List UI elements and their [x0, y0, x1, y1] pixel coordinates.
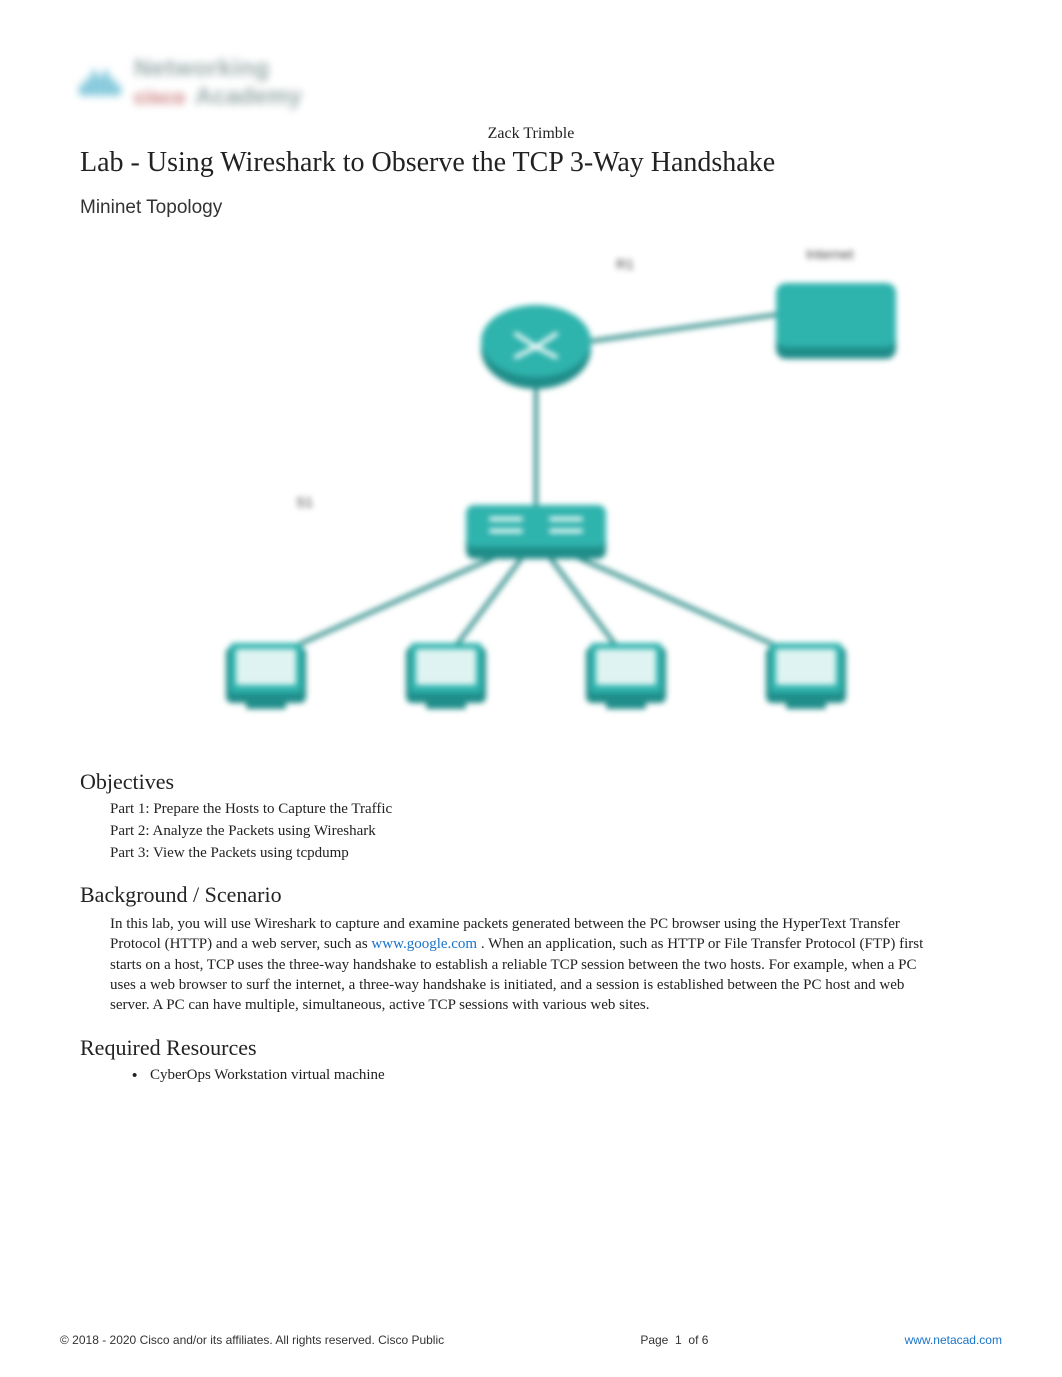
bullet-icon: • [132, 1067, 150, 1084]
objective-3: Part 3: View the Packets using tcpdump [110, 845, 1002, 862]
objective-2: Part 2: Analyze the Packets using Wiresh… [110, 823, 1002, 840]
section-resources: Required Resources [80, 1035, 1002, 1061]
footer-page-label: Page [640, 1333, 668, 1347]
section-objectives: Objectives [80, 769, 1002, 795]
router-label: R1 [616, 256, 634, 272]
topology-diagram: R1 Internet S1 [116, 229, 946, 749]
section-background: Background / Scenario [80, 882, 1002, 908]
background-paragraph: In this lab, you will use Wireshark to c… [110, 914, 942, 1015]
section-topology: Mininet Topology [80, 197, 1002, 219]
host-icons [226, 643, 846, 709]
footer-page: Page 1 of 6 [640, 1333, 708, 1347]
background-link[interactable]: www.google.com [371, 936, 477, 952]
logo-line2: Academy [195, 83, 302, 111]
cisco-bars-icon [80, 70, 122, 96]
logo-brand: cisco [134, 87, 185, 110]
logo-line1: Networking [134, 55, 302, 83]
page-footer: © 2018 - 2020 Cisco and/or its affiliate… [60, 1333, 1002, 1347]
footer-page-num: 1 [675, 1333, 682, 1347]
footer-site-link[interactable]: www.netacad.com [905, 1333, 1002, 1347]
footer-page-total: of 6 [688, 1333, 708, 1347]
lab-title: Lab - Using Wireshark to Observe the TCP… [80, 147, 1002, 179]
resource-item: • CyberOps Workstation virtual machine [132, 1067, 1002, 1084]
resource-text: CyberOps Workstation virtual machine [150, 1067, 385, 1084]
objective-1: Part 1: Prepare the Hosts to Capture the… [110, 801, 1002, 818]
network-topology-icon: R1 Internet S1 [116, 229, 946, 749]
switch-label: S1 [296, 494, 313, 510]
internet-label: Internet [806, 246, 854, 262]
footer-copyright: © 2018 - 2020 Cisco and/or its affiliate… [60, 1333, 444, 1347]
brand-logo: Networking cisco Academy [60, 55, 1002, 121]
author-name: Zack Trimble [60, 125, 1002, 143]
